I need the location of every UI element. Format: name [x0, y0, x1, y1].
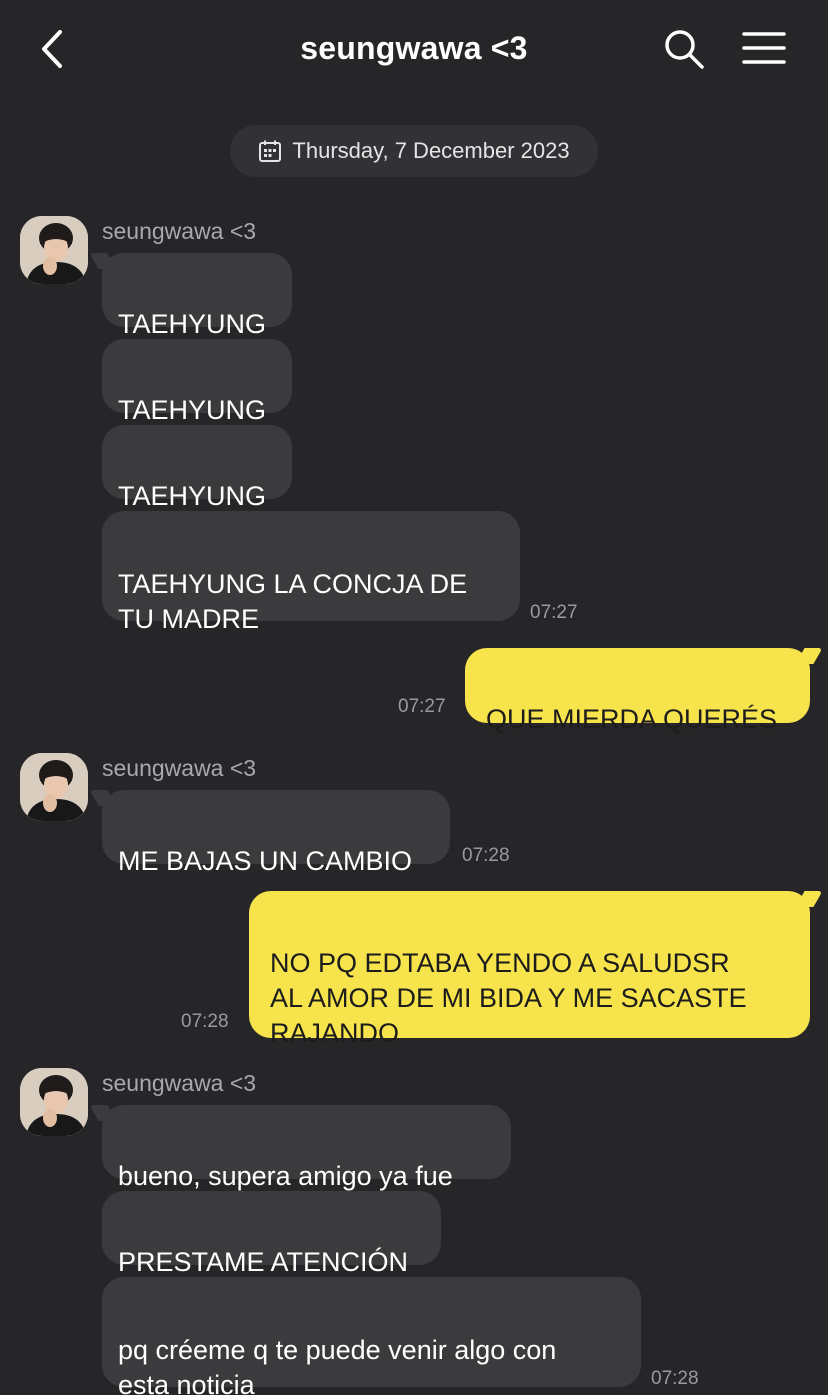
- message-timestamp: 07:28: [651, 1368, 699, 1389]
- sender-name: seungwawa <3: [102, 755, 257, 781]
- message-text: pq créeme q te puede venir algo con esta…: [118, 1335, 557, 1395]
- message-text: TAEHYUNG: [118, 481, 267, 511]
- hamburger-menu-icon: [742, 32, 786, 64]
- avatar[interactable]: [20, 216, 88, 284]
- incoming-message[interactable]: TAEHYUNG: [102, 253, 292, 339]
- date-divider: Thursday, 7 December 2023: [230, 125, 598, 177]
- incoming-message[interactable]: TAEHYUNG: [102, 425, 292, 511]
- incoming-message[interactable]: pq créeme q te puede venir algo con esta…: [102, 1277, 641, 1395]
- search-icon: [665, 30, 704, 69]
- avatar-photo: [20, 1068, 88, 1136]
- chat-screen: seungwawa <3 Thursday, 7 December 2023 s…: [0, 0, 828, 1395]
- incoming-message[interactable]: TAEHYUNG: [102, 339, 292, 425]
- search-button[interactable]: [662, 27, 706, 71]
- message-text: ME BAJAS UN CAMBIO: [118, 846, 413, 876]
- date-label: Thursday, 7 December 2023: [292, 138, 570, 163]
- calendar-icon: [259, 140, 282, 162]
- message-text: bueno, supera amigo ya fue: [118, 1161, 453, 1191]
- message-timestamp: 07:28: [462, 845, 510, 866]
- message-text: QUE MIERDA QUERÉS: [486, 704, 778, 734]
- incoming-message[interactable]: ME BAJAS UN CAMBIO: [102, 790, 450, 876]
- incoming-message[interactable]: PRESTAME ATENCIÓN: [102, 1191, 441, 1277]
- message-timestamp: 07:27: [398, 696, 446, 717]
- message-text: TAEHYUNG: [118, 309, 267, 339]
- incoming-message[interactable]: bueno, supera amigo ya fue: [102, 1105, 511, 1191]
- avatar-photo: [20, 216, 88, 284]
- chat-header: seungwawa <3: [0, 0, 828, 100]
- outgoing-message[interactable]: NO PQ EDTABA YENDO A SALUDSR AL AMOR DE …: [249, 891, 810, 1048]
- message-text: TAEHYUNG LA CONCJA DE TU MADRE: [118, 569, 468, 634]
- avatar[interactable]: [20, 1068, 88, 1136]
- message-text: TAEHYUNG: [118, 395, 267, 425]
- sender-name: seungwawa <3: [102, 1070, 257, 1096]
- message-timestamp: 07:27: [530, 602, 578, 623]
- menu-button[interactable]: [742, 30, 786, 66]
- outgoing-message[interactable]: QUE MIERDA QUERÉS: [465, 648, 810, 734]
- incoming-message[interactable]: TAEHYUNG LA CONCJA DE TU MADRE: [102, 511, 520, 634]
- sender-name: seungwawa <3: [102, 218, 257, 244]
- message-text: PRESTAME ATENCIÓN: [118, 1247, 409, 1277]
- message-text: NO PQ EDTABA YENDO A SALUDSR AL AMOR DE …: [270, 948, 747, 1048]
- avatar[interactable]: [20, 753, 88, 821]
- avatar-photo: [20, 753, 88, 821]
- message-timestamp: 07:28: [181, 1011, 229, 1032]
